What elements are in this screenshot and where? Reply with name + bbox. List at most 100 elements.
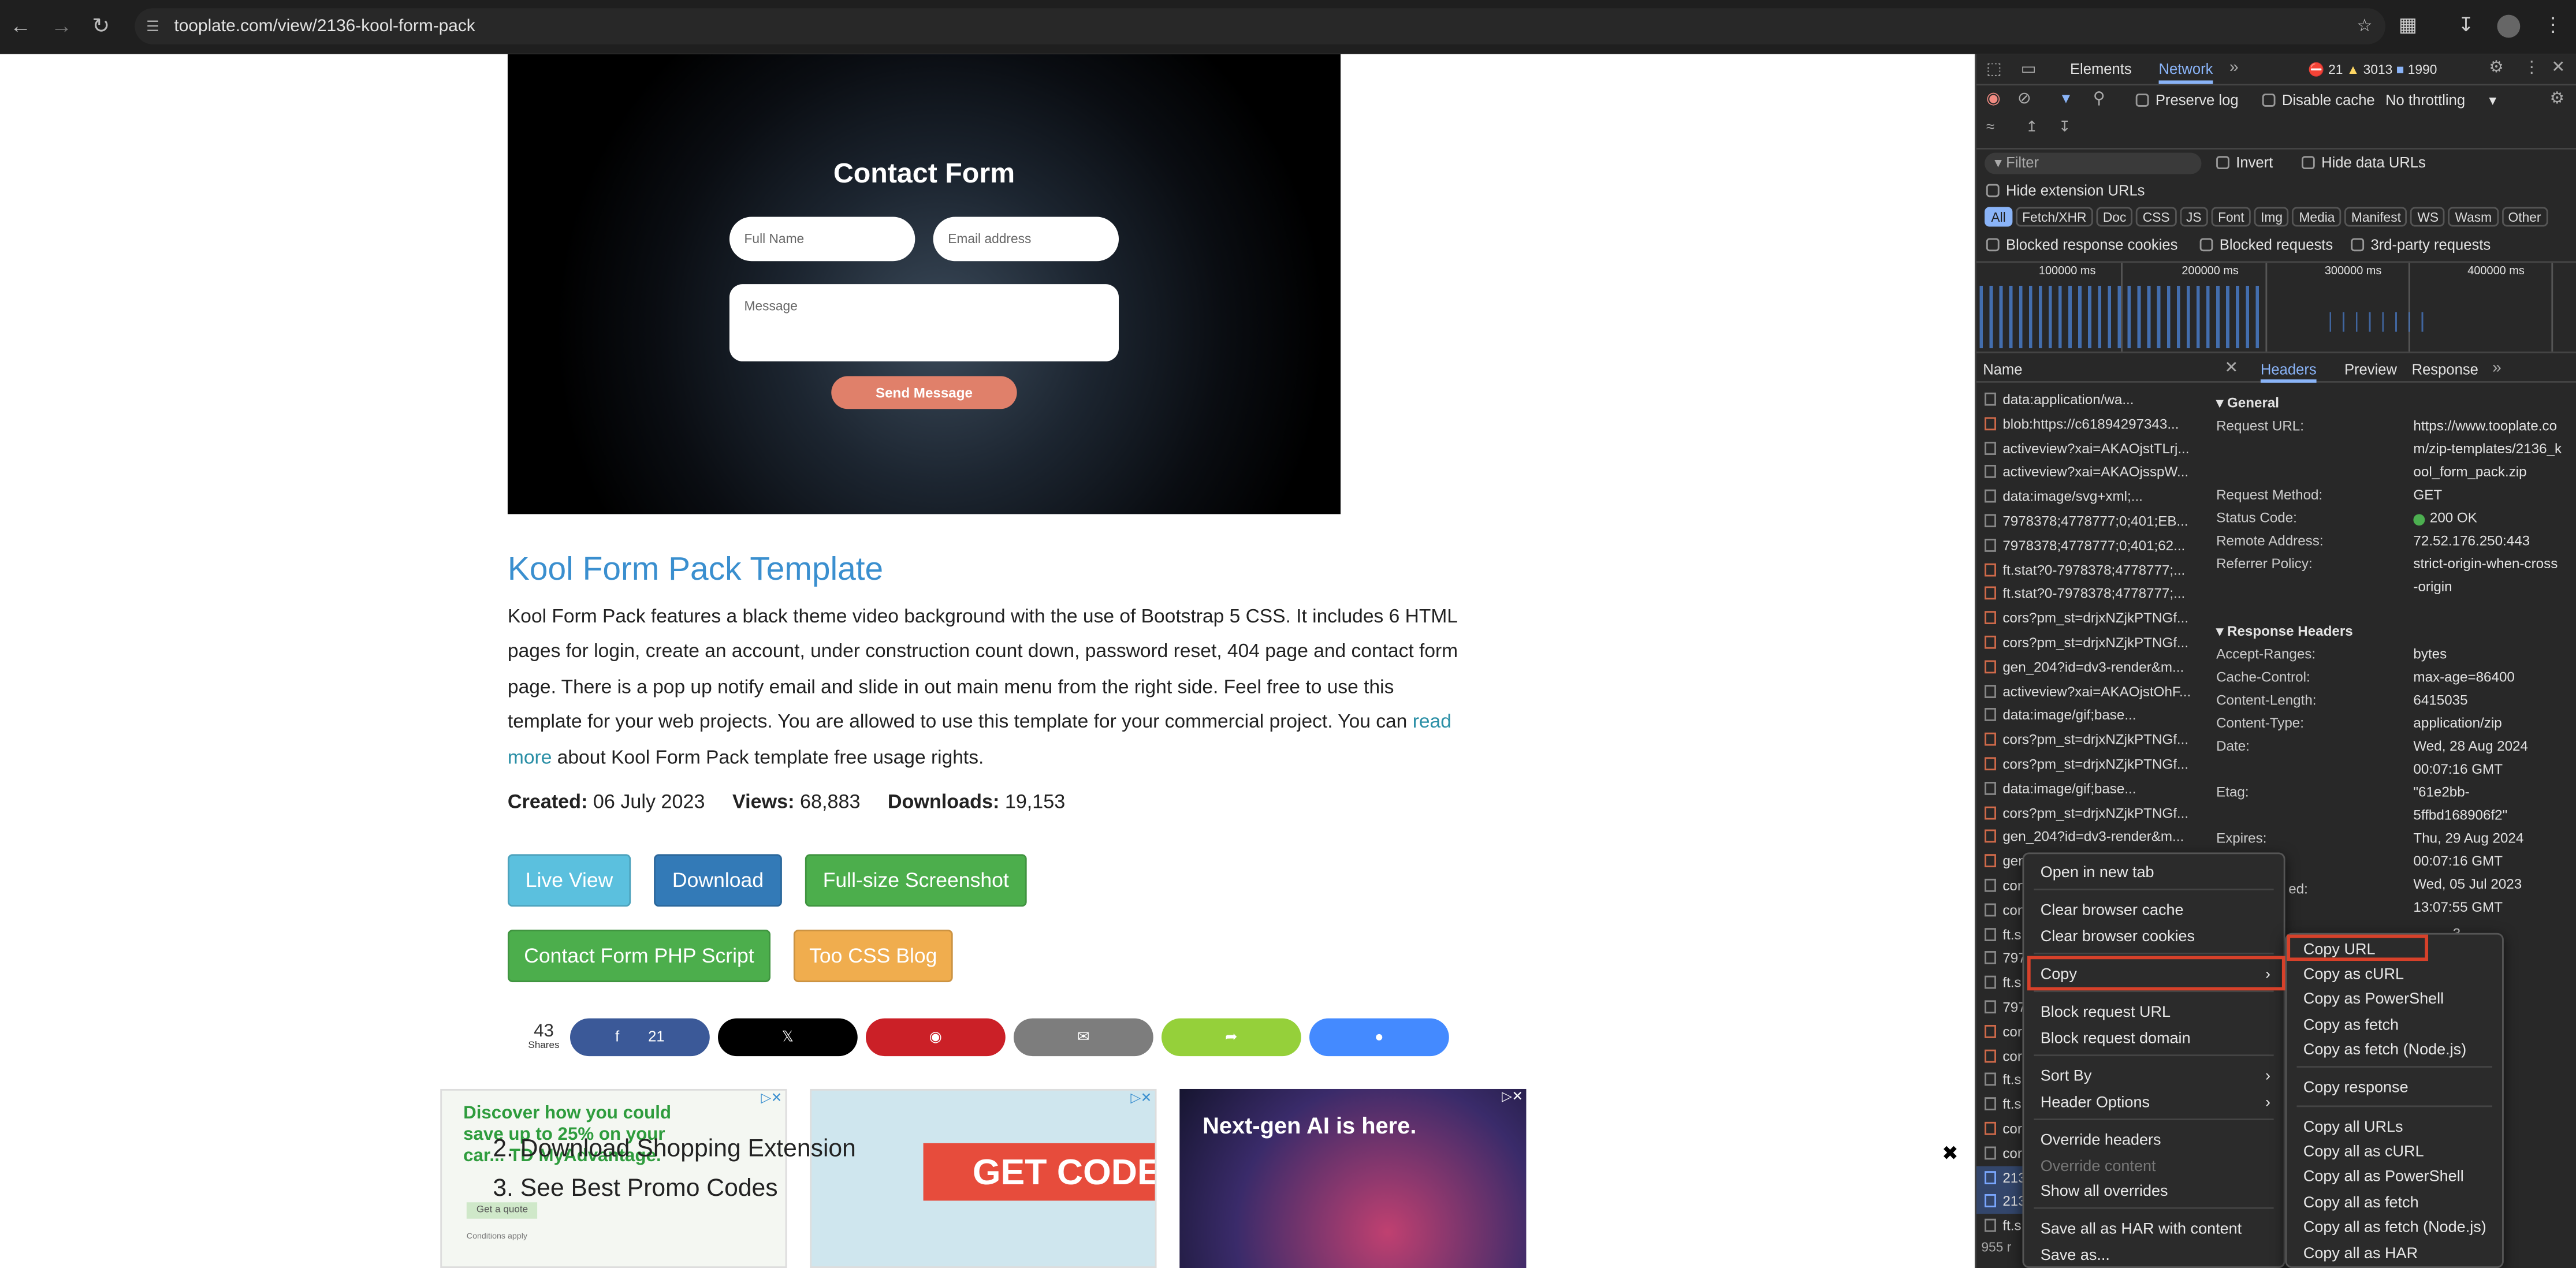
x-share-button[interactable]: 𝕏 <box>718 1018 858 1057</box>
live-view-button[interactable]: Live View <box>507 854 631 907</box>
context-menu-item[interactable]: Block request domain <box>2024 1027 2283 1051</box>
type-filter-doc[interactable]: Doc <box>2096 207 2133 227</box>
request-row[interactable]: 7978378;4778777;0;401;EB... <box>1976 509 2203 534</box>
site-info-icon[interactable]: ☰ <box>146 8 159 44</box>
request-row[interactable]: data:application/wa... <box>1976 387 2203 412</box>
tab-network[interactable]: Network <box>2158 61 2213 84</box>
copy-submenu-item[interactable]: Copy as cURL <box>2287 963 2502 987</box>
context-menu-item[interactable]: Clear browser cookies <box>2024 925 2283 950</box>
request-row[interactable]: cors?pm_st=drjxNZjkPTNGf... <box>1976 631 2203 655</box>
download-button[interactable]: Download <box>654 854 782 907</box>
filter-input[interactable]: ▾ Filter <box>1985 152 2202 174</box>
too-css-blog-button[interactable]: Too CSS Blog <box>793 930 953 983</box>
error-count[interactable]: ⛔ 21 ▲ 3013 ■ 1990 <box>2308 62 2437 77</box>
email-share-button[interactable]: ✉ <box>1013 1018 1153 1057</box>
back-icon[interactable]: ← <box>10 13 31 38</box>
bookmark-star-icon[interactable]: ☆ <box>2357 8 2373 44</box>
hide-extension-urls-checkbox[interactable]: Hide extension URLs <box>1986 182 2145 199</box>
menu-kebab-icon[interactable]: ⋮ <box>2543 13 2563 36</box>
close-overlay-icon[interactable]: ✖ <box>1942 1142 1959 1165</box>
type-filter-xhr[interactable]: Fetch/XHR <box>2015 207 2093 227</box>
copy-submenu-item[interactable]: Copy as PowerShell <box>2287 987 2502 1012</box>
context-menu-item[interactable]: Open in new tab <box>2024 861 2283 886</box>
network-timeline[interactable]: 100000 ms 200000 ms 300000 ms 400000 ms <box>1976 261 2576 353</box>
export-har-icon[interactable]: ↧ <box>2058 118 2071 136</box>
clear-icon[interactable]: ⊘ <box>2017 90 2031 108</box>
facebook-share-button[interactable]: f 21 <box>570 1018 710 1057</box>
request-row[interactable]: cors?pm_st=drjxNZjkPTNGf... <box>1976 728 2203 752</box>
context-menu-item[interactable]: Override headers <box>2024 1128 2283 1153</box>
import-har-icon[interactable]: ↥ <box>2026 118 2038 136</box>
type-filter-js[interactable]: JS <box>2179 207 2209 227</box>
request-row[interactable]: data:image/svg+xml;... <box>1976 485 2203 509</box>
filter-icon[interactable]: ▾ <box>2062 90 2070 108</box>
messenger-share-button[interactable]: ● <box>1309 1018 1449 1057</box>
name-column-header[interactable]: Name <box>1983 361 2022 378</box>
full-size-screenshot-button[interactable]: Full-size Screenshot <box>805 854 1027 907</box>
type-filter-all[interactable]: All <box>1985 207 2013 227</box>
context-menu-item[interactable]: Show all overrides <box>2024 1179 2283 1204</box>
ad-banner-ai[interactable]: Next-gen AI is here. ▷✕ <box>1179 1088 1527 1268</box>
forward-icon[interactable]: → <box>51 13 72 38</box>
context-menu-item[interactable]: Save as... <box>2024 1243 2283 1268</box>
disable-cache-checkbox[interactable]: Disable cache <box>2262 92 2375 109</box>
type-filter-font[interactable]: Font <box>2211 207 2251 227</box>
contact-form-php-button[interactable]: Contact Form PHP Script <box>507 930 771 983</box>
blocked-requests-checkbox[interactable]: Blocked requests <box>2199 237 2333 253</box>
blocked-cookies-checkbox[interactable]: Blocked response cookies <box>1986 237 2177 253</box>
context-menu-item[interactable]: Sort By › <box>2024 1064 2283 1089</box>
close-devtools-icon[interactable]: ✕ <box>2551 59 2565 77</box>
settings-gear-icon[interactable]: ⚙ <box>2489 59 2504 77</box>
request-row[interactable]: ft.stat?0-7978378;4778777;... <box>1976 582 2203 606</box>
copy-submenu-item[interactable]: Copy as fetch <box>2287 1013 2502 1038</box>
request-row[interactable]: activeview?xai=AKAOjsspW... <box>1976 461 2203 485</box>
request-row[interactable]: activeview?xai=AKAOjstTLrj... <box>1976 437 2203 461</box>
type-filter-manifest[interactable]: Manifest <box>2344 207 2408 227</box>
sharethis-share-button[interactable]: ➦ <box>1161 1018 1301 1057</box>
more-tabs-icon[interactable]: » <box>2229 59 2239 77</box>
type-filter-img[interactable]: Img <box>2254 207 2290 227</box>
request-row[interactable]: cors?pm_st=drjxNZjkPTNGf... <box>1976 606 2203 631</box>
preserve-log-checkbox[interactable]: Preserve log <box>2135 92 2239 109</box>
request-row[interactable]: ft.stat?0-7978378;4778777;... <box>1976 558 2203 582</box>
general-section-header[interactable]: ▾ General <box>2216 394 2279 412</box>
template-title[interactable]: Kool Form Pack Template <box>508 552 883 590</box>
devtools-menu-icon[interactable]: ⋮ <box>2523 59 2540 77</box>
context-menu-item[interactable]: Save all as HAR with content <box>2024 1217 2283 1242</box>
request-row[interactable]: 7978378;4778777;0;401;62... <box>1976 534 2203 558</box>
avatar[interactable] <box>2497 14 2521 38</box>
hide-data-urls-checkbox[interactable]: Hide data URLs <box>2302 154 2426 171</box>
type-filter-wasm[interactable]: Wasm <box>2448 207 2499 227</box>
context-menu-item[interactable]: Clear browser cache <box>2024 898 2283 923</box>
record-icon[interactable]: ◉ <box>1986 90 2001 108</box>
type-filter-ws[interactable]: WS <box>2410 207 2445 227</box>
pinterest-share-button[interactable]: ◉ <box>865 1018 1006 1057</box>
copy-submenu-item[interactable]: Copy all as PowerShell <box>2287 1165 2502 1189</box>
request-row[interactable]: gen_204?id=dv3-render&m... <box>1976 655 2203 679</box>
type-filter-css[interactable]: CSS <box>2136 207 2176 227</box>
ad-choices-icon[interactable]: ▷✕ <box>761 1091 782 1106</box>
search-icon[interactable]: ⚲ <box>2093 90 2105 108</box>
invert-checkbox[interactable]: Invert <box>2216 154 2273 171</box>
copy-submenu-item[interactable]: Copy all as fetch (Node.js) <box>2287 1215 2502 1240</box>
request-row[interactable]: gen_204?id=dv3-render&m... <box>1976 825 2203 849</box>
response-headers-section-header[interactable]: ▾ Response Headers <box>2216 622 2353 640</box>
context-menu-item[interactable]: Block request URL <box>2024 1000 2283 1025</box>
copy-submenu-item[interactable]: Copy as fetch (Node.js) <box>2287 1038 2502 1063</box>
copy-submenu-item[interactable]: Copy all as HAR <box>2287 1242 2502 1267</box>
reload-icon[interactable]: ↻ <box>92 13 110 40</box>
request-row[interactable]: activeview?xai=AKAOjstOhF... <box>1976 679 2203 703</box>
copy-submenu-item[interactable]: Copy all as cURL <box>2287 1140 2502 1165</box>
extensions-icon[interactable]: ▦ <box>2399 13 2417 36</box>
request-row[interactable]: blob:https://c61894297343... <box>1976 412 2203 436</box>
third-party-checkbox[interactable]: 3rd-party requests <box>2351 237 2491 253</box>
request-row[interactable]: data:image/gif;base... <box>1976 777 2203 801</box>
downloads-icon[interactable]: ↧ <box>2458 13 2474 36</box>
ad-banner-code[interactable]: GET CODE ▷✕ <box>810 1088 1157 1268</box>
copy-submenu-item[interactable]: Copy all URLs <box>2287 1115 2502 1140</box>
context-menu-item[interactable]: Header Options › <box>2024 1091 2283 1116</box>
throttling-select[interactable]: No throttling ▾ <box>2385 92 2496 110</box>
request-row[interactable]: data:image/gif;base... <box>1976 704 2203 728</box>
network-settings-icon[interactable]: ⚙ <box>2550 90 2565 108</box>
request-row[interactable]: cors?pm_st=drjxNZjkPTNGf... <box>1976 752 2203 777</box>
